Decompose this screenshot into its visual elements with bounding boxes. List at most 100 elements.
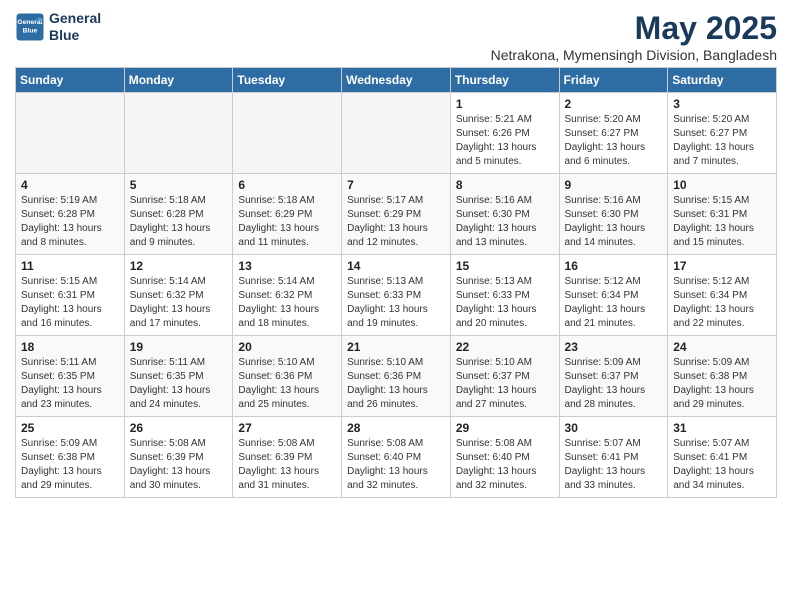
day-number: 19 — [130, 340, 228, 354]
day-number: 30 — [565, 421, 663, 435]
day-cell: 18Sunrise: 5:11 AMSunset: 6:35 PMDayligh… — [16, 336, 125, 417]
col-header-thursday: Thursday — [450, 68, 559, 93]
day-info: Sunrise: 5:09 AMSunset: 6:38 PMDaylight:… — [21, 437, 119, 493]
day-number: 26 — [130, 421, 228, 435]
day-info: Sunrise: 5:15 AMSunset: 6:31 PMDaylight:… — [673, 194, 771, 250]
day-cell: 2 Sunrise: 5:20 AMSunset: 6:27 PMDaylight… — [559, 93, 668, 174]
day-number: 8 — [456, 178, 554, 192]
week-row-2: 4 Sunrise: 5:19 AMSunset: 6:28 PMDaylight… — [16, 174, 777, 255]
day-cell: 7 Sunrise: 5:17 AMSunset: 6:29 PMDaylight… — [342, 174, 451, 255]
day-number: 17 — [673, 259, 771, 273]
day-info: Sunrise: 5:14 AMSunset: 6:32 PMDaylight:… — [130, 275, 228, 331]
day-number: 23 — [565, 340, 663, 354]
day-cell: 1Sunrise: 5:21 AMSunset: 6:26 PMDaylight… — [450, 93, 559, 174]
day-number: 21 — [347, 340, 445, 354]
logo-line1: General — [49, 10, 101, 26]
header-row: SundayMondayTuesdayWednesdayThursdayFrid… — [16, 68, 777, 93]
day-number: 29 — [456, 421, 554, 435]
col-header-wednesday: Wednesday — [342, 68, 451, 93]
header: General Blue General Blue May 2025 Netra… — [15, 10, 777, 63]
day-cell: 21 Sunrise: 5:10 AMSunset: 6:36 PMDayligh… — [342, 336, 451, 417]
day-cell — [233, 93, 342, 174]
col-header-monday: Monday — [124, 68, 233, 93]
day-number: 10 — [673, 178, 771, 192]
week-row-1: 1Sunrise: 5:21 AMSunset: 6:26 PMDaylight… — [16, 93, 777, 174]
day-info: Sunrise: 5:11 AMSunset: 6:35 PMDaylight:… — [130, 356, 228, 412]
logo-icon: General Blue — [15, 12, 45, 42]
day-info: Sunrise: 5:14 AMSunset: 6:32 PMDaylight:… — [238, 275, 336, 331]
day-number: 31 — [673, 421, 771, 435]
day-cell: 27Sunrise: 5:08 AMSunset: 6:39 PMDayligh… — [233, 417, 342, 498]
day-number: 6 — [238, 178, 336, 192]
day-cell — [16, 93, 125, 174]
day-cell: 22Sunrise: 5:10 AMSunset: 6:37 PMDayligh… — [450, 336, 559, 417]
day-number: 12 — [130, 259, 228, 273]
day-cell: 29Sunrise: 5:08 AMSunset: 6:40 PMDayligh… — [450, 417, 559, 498]
col-header-friday: Friday — [559, 68, 668, 93]
col-header-tuesday: Tuesday — [233, 68, 342, 93]
day-info: Sunrise: 5:19 AMSunset: 6:28 PMDaylight:… — [21, 194, 119, 250]
week-row-4: 18 Sunrise: 5:11 AMSunset: 6:35 PMDayligh… — [16, 336, 777, 417]
day-info: Sunrise: 5:08 AMSunset: 6:40 PMDaylight:… — [347, 437, 445, 493]
day-info: Sunrise: 5:13 AMSunset: 6:33 PMDaylight:… — [456, 275, 554, 331]
day-info: Sunrise: 5:15 AMSunset: 6:31 PMDaylight:… — [21, 275, 119, 331]
day-number: 18 — [21, 340, 119, 354]
day-number: 28 — [347, 421, 445, 435]
calendar-table: SundayMondayTuesdayWednesdayThursdayFrid… — [15, 67, 777, 498]
day-number: 20 — [238, 340, 336, 354]
day-cell: 3 Sunrise: 5:20 AMSunset: 6:27 PMDaylight… — [668, 93, 777, 174]
day-cell: 24 Sunrise: 5:09 AMSunset: 6:38 PMDayligh… — [668, 336, 777, 417]
day-number: 24 — [673, 340, 771, 354]
day-cell: 9 Sunrise: 5:16 AMSunset: 6:30 PMDaylight… — [559, 174, 668, 255]
location-subtitle: Netrakona, Mymensingh Division, Banglade… — [491, 47, 777, 63]
day-number: 13 — [238, 259, 336, 273]
title-area: May 2025 Netrakona, Mymensingh Division,… — [491, 10, 777, 63]
day-info: Sunrise: 5:10 AMSunset: 6:36 PMDaylight:… — [347, 356, 445, 412]
day-info: Sunrise: 5:20 AMSunset: 6:27 PMDaylight:… — [673, 113, 771, 169]
day-cell: 4 Sunrise: 5:19 AMSunset: 6:28 PMDaylight… — [16, 174, 125, 255]
day-number: 27 — [238, 421, 336, 435]
day-info: Sunrise: 5:09 AMSunset: 6:38 PMDaylight:… — [673, 356, 771, 412]
day-number: 5 — [130, 178, 228, 192]
day-info: Sunrise: 5:16 AMSunset: 6:30 PMDaylight:… — [456, 194, 554, 250]
day-cell: 26 Sunrise: 5:08 AMSunset: 6:39 PMDayligh… — [124, 417, 233, 498]
day-cell: 5Sunrise: 5:18 AMSunset: 6:28 PMDaylight… — [124, 174, 233, 255]
day-number: 14 — [347, 259, 445, 273]
day-info: Sunrise: 5:10 AMSunset: 6:37 PMDaylight:… — [456, 356, 554, 412]
day-info: Sunrise: 5:18 AMSunset: 6:29 PMDaylight:… — [238, 194, 336, 250]
day-info: Sunrise: 5:16 AMSunset: 6:30 PMDaylight:… — [565, 194, 663, 250]
day-cell: 17Sunrise: 5:12 AMSunset: 6:34 PMDayligh… — [668, 255, 777, 336]
day-cell: 15Sunrise: 5:13 AMSunset: 6:33 PMDayligh… — [450, 255, 559, 336]
day-cell: 25 Sunrise: 5:09 AMSunset: 6:38 PMDayligh… — [16, 417, 125, 498]
day-number: 1 — [456, 97, 554, 111]
day-cell: 12 Sunrise: 5:14 AMSunset: 6:32 PMDayligh… — [124, 255, 233, 336]
day-info: Sunrise: 5:09 AMSunset: 6:37 PMDaylight:… — [565, 356, 663, 412]
day-number: 7 — [347, 178, 445, 192]
month-title: May 2025 — [491, 10, 777, 47]
day-number: 16 — [565, 259, 663, 273]
day-info: Sunrise: 5:08 AMSunset: 6:39 PMDaylight:… — [130, 437, 228, 493]
logo-line2: Blue — [49, 27, 79, 43]
day-cell: 11 Sunrise: 5:15 AMSunset: 6:31 PMDayligh… — [16, 255, 125, 336]
day-info: Sunrise: 5:20 AMSunset: 6:27 PMDaylight:… — [565, 113, 663, 169]
week-row-3: 11 Sunrise: 5:15 AMSunset: 6:31 PMDayligh… — [16, 255, 777, 336]
day-cell: 16Sunrise: 5:12 AMSunset: 6:34 PMDayligh… — [559, 255, 668, 336]
day-info: Sunrise: 5:10 AMSunset: 6:36 PMDaylight:… — [238, 356, 336, 412]
day-cell: 13 Sunrise: 5:14 AMSunset: 6:32 PMDayligh… — [233, 255, 342, 336]
day-cell: 6 Sunrise: 5:18 AMSunset: 6:29 PMDaylight… — [233, 174, 342, 255]
day-info: Sunrise: 5:17 AMSunset: 6:29 PMDaylight:… — [347, 194, 445, 250]
day-info: Sunrise: 5:07 AMSunset: 6:41 PMDaylight:… — [673, 437, 771, 493]
col-header-sunday: Sunday — [16, 68, 125, 93]
day-cell: 19 Sunrise: 5:11 AMSunset: 6:35 PMDayligh… — [124, 336, 233, 417]
day-number: 3 — [673, 97, 771, 111]
day-number: 9 — [565, 178, 663, 192]
day-number: 4 — [21, 178, 119, 192]
day-number: 25 — [21, 421, 119, 435]
day-cell: 23 Sunrise: 5:09 AMSunset: 6:37 PMDayligh… — [559, 336, 668, 417]
day-cell: 8 Sunrise: 5:16 AMSunset: 6:30 PMDaylight… — [450, 174, 559, 255]
day-number: 2 — [565, 97, 663, 111]
day-cell: 28 Sunrise: 5:08 AMSunset: 6:40 PMDayligh… — [342, 417, 451, 498]
day-cell: 30 Sunrise: 5:07 AMSunset: 6:41 PMDayligh… — [559, 417, 668, 498]
day-info: Sunrise: 5:07 AMSunset: 6:41 PMDaylight:… — [565, 437, 663, 493]
day-number: 11 — [21, 259, 119, 273]
